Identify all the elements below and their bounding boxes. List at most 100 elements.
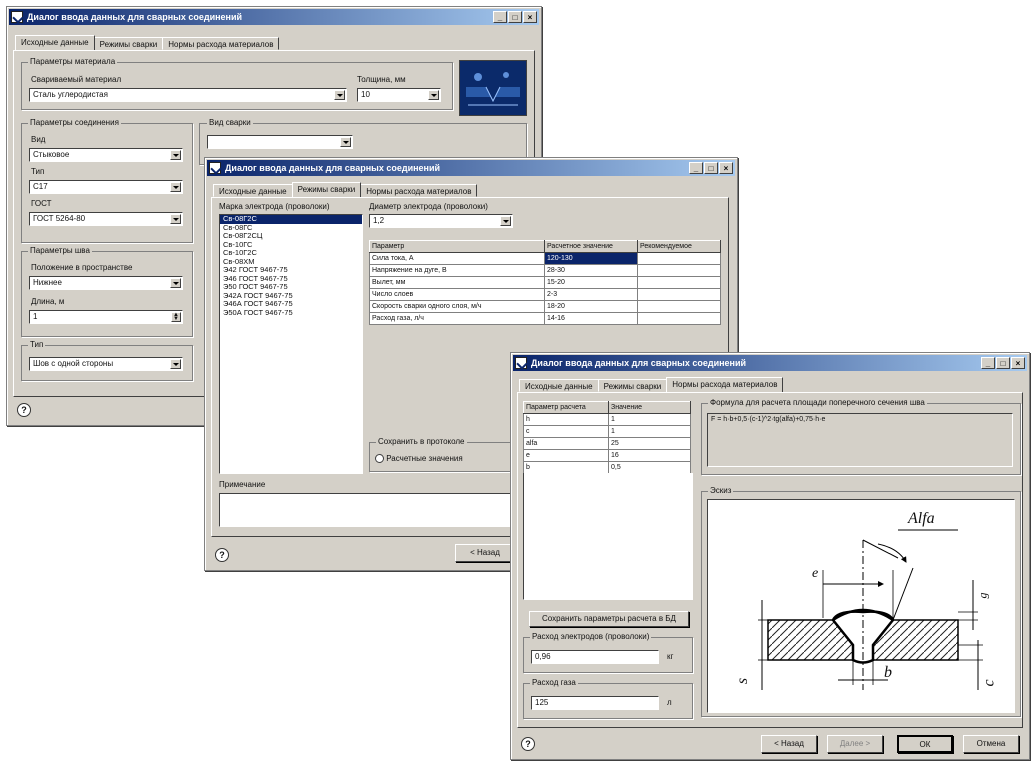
- tab-material-norms[interactable]: Нормы расхода материалов: [360, 184, 478, 197]
- close-button[interactable]: ×: [523, 11, 537, 23]
- back-button[interactable]: < Назад: [761, 735, 817, 753]
- table-row[interactable]: Расход газа, л/ч 14-16: [369, 312, 721, 325]
- tab-welding-modes[interactable]: Режимы сварки: [597, 379, 668, 392]
- joint-kind-select[interactable]: С17: [29, 180, 183, 194]
- table-cell[interactable]: 25: [608, 437, 691, 450]
- table-cell[interactable]: h: [523, 413, 609, 426]
- chevron-down-icon[interactable]: [340, 137, 351, 147]
- table-row[interactable]: alfa 25: [523, 437, 691, 450]
- window-3-titlebar[interactable]: Диалог ввода данных для сварных соединен…: [513, 355, 1027, 371]
- tab-source-data[interactable]: Исходные данные: [213, 184, 293, 197]
- save-calc-params-button[interactable]: Сохранить параметры расчета в БД: [529, 611, 689, 627]
- minimize-button[interactable]: _: [981, 357, 995, 369]
- window-2-titlebar[interactable]: Диалог ввода данных для сварных соединен…: [207, 160, 735, 176]
- window-2-title: Диалог ввода данных для сварных соединен…: [225, 163, 441, 173]
- help-icon[interactable]: ?: [521, 737, 535, 751]
- tab-welding-modes[interactable]: Режимы сварки: [291, 182, 362, 197]
- table-cell[interactable]: 1: [608, 425, 691, 438]
- table-row[interactable]: e 16: [523, 449, 691, 462]
- table-cell[interactable]: [637, 312, 721, 325]
- table-cell[interactable]: 1: [608, 413, 691, 426]
- ok-button[interactable]: ОК: [897, 735, 953, 753]
- table-cell[interactable]: [637, 300, 721, 313]
- close-button[interactable]: ×: [719, 162, 733, 174]
- table-cell[interactable]: 120-130: [544, 252, 638, 265]
- tab-source-data[interactable]: Исходные данные: [15, 35, 95, 50]
- chevron-down-icon[interactable]: [500, 216, 511, 226]
- radio-icon[interactable]: [375, 454, 384, 464]
- steel-select[interactable]: Сталь углеродистая: [29, 88, 347, 102]
- gas-consumption-field[interactable]: 125: [531, 696, 659, 710]
- spin-arrows-icon[interactable]: ▲ ▼: [171, 312, 181, 322]
- next-button[interactable]: Далее >: [827, 735, 883, 753]
- table-cell[interactable]: Сила тока, А: [369, 252, 545, 265]
- table-cell[interactable]: c: [523, 425, 609, 438]
- table-row[interactable]: Скорость сварки одного слоя, м/ч 18-20: [369, 300, 721, 313]
- length-input[interactable]: 1 ▲ ▼: [29, 310, 183, 324]
- close-button[interactable]: ×: [1011, 357, 1025, 369]
- back-button[interactable]: < Назад: [455, 544, 515, 562]
- table-cell[interactable]: Напряжение на дуге, В: [369, 264, 545, 277]
- window-1-title: Диалог ввода данных для сварных соединен…: [27, 12, 243, 22]
- tab-material-norms[interactable]: Нормы расхода материалов: [162, 37, 280, 50]
- minimize-button[interactable]: _: [689, 162, 703, 174]
- minimize-button[interactable]: _: [493, 11, 507, 23]
- chevron-down-icon[interactable]: [170, 359, 181, 369]
- table-cell[interactable]: Число слоев: [369, 288, 545, 301]
- table-cell[interactable]: e: [523, 449, 609, 462]
- tab-welding-modes[interactable]: Режимы сварки: [93, 37, 164, 50]
- material-params-title: Параметры материала: [28, 57, 118, 66]
- save-option-radio[interactable]: Расчетные значения: [375, 454, 463, 464]
- table-row[interactable]: Сила тока, А 120-130: [369, 252, 721, 265]
- chevron-down-icon[interactable]: [334, 90, 345, 100]
- maximize-button[interactable]: □: [996, 357, 1010, 369]
- table-cell[interactable]: 28-30: [544, 264, 638, 277]
- chevron-down-icon[interactable]: [170, 150, 181, 160]
- maximize-button[interactable]: □: [508, 11, 522, 23]
- chevron-down-icon[interactable]: [170, 182, 181, 192]
- table-cell[interactable]: 2-3: [544, 288, 638, 301]
- table-cell[interactable]: [637, 264, 721, 277]
- table-row[interactable]: Число слоев 2-3: [369, 288, 721, 301]
- table-cell[interactable]: 14-16: [544, 312, 638, 325]
- table-cell[interactable]: 16: [608, 449, 691, 462]
- joint-type-select[interactable]: Стыковое: [29, 148, 183, 162]
- table-row[interactable]: c 1: [523, 425, 691, 438]
- table-row[interactable]: Вылет, мм 15-20: [369, 276, 721, 289]
- table-cell[interactable]: [637, 276, 721, 289]
- window-1-titlebar[interactable]: Диалог ввода данных для сварных соединен…: [9, 9, 539, 25]
- table-header: Значение: [608, 401, 691, 414]
- table-row[interactable]: b 0,5: [523, 461, 691, 474]
- position-select[interactable]: Нижнее: [29, 276, 183, 290]
- list-item[interactable]: Э50А ГОСТ 9467-75: [220, 308, 362, 318]
- table-cell[interactable]: [637, 252, 721, 265]
- gost-select[interactable]: ГОСТ 5264-80: [29, 212, 183, 226]
- help-icon[interactable]: ?: [17, 403, 31, 417]
- table-cell[interactable]: [637, 288, 721, 301]
- table-cell[interactable]: b: [523, 461, 609, 474]
- diameter-select[interactable]: 1,2: [369, 214, 513, 228]
- table-row[interactable]: Напряжение на дуге, В 28-30: [369, 264, 721, 277]
- thickness-select[interactable]: 10: [357, 88, 441, 102]
- table-cell[interactable]: Вылет, мм: [369, 276, 545, 289]
- table-cell[interactable]: 0,5: [608, 461, 691, 474]
- help-icon[interactable]: ?: [215, 548, 229, 562]
- weld-type-select[interactable]: [207, 135, 353, 149]
- chevron-down-icon[interactable]: [428, 90, 439, 100]
- table-cell[interactable]: 18-20: [544, 300, 638, 313]
- seam-type-select[interactable]: Шов с одной стороны: [29, 357, 183, 371]
- length-value: 1: [33, 312, 38, 321]
- chevron-down-icon[interactable]: [170, 214, 181, 224]
- tab-source-data[interactable]: Исходные данные: [519, 379, 599, 392]
- maximize-button[interactable]: □: [704, 162, 718, 174]
- table-cell[interactable]: Скорость сварки одного слоя, м/ч: [369, 300, 545, 313]
- table-cell[interactable]: 15-20: [544, 276, 638, 289]
- electrode-list[interactable]: Св-08Г2С Св-08ГС Св-08Г2СЦ Св-10ГС Св-10…: [219, 214, 363, 474]
- table-cell[interactable]: Расход газа, л/ч: [369, 312, 545, 325]
- cancel-button[interactable]: Отмена: [963, 735, 1019, 753]
- tab-material-norms[interactable]: Нормы расхода материалов: [666, 377, 784, 392]
- table-cell[interactable]: alfa: [523, 437, 609, 450]
- table-row[interactable]: h 1: [523, 413, 691, 426]
- electrode-consumption-field[interactable]: 0,96: [531, 650, 659, 664]
- chevron-down-icon[interactable]: [170, 278, 181, 288]
